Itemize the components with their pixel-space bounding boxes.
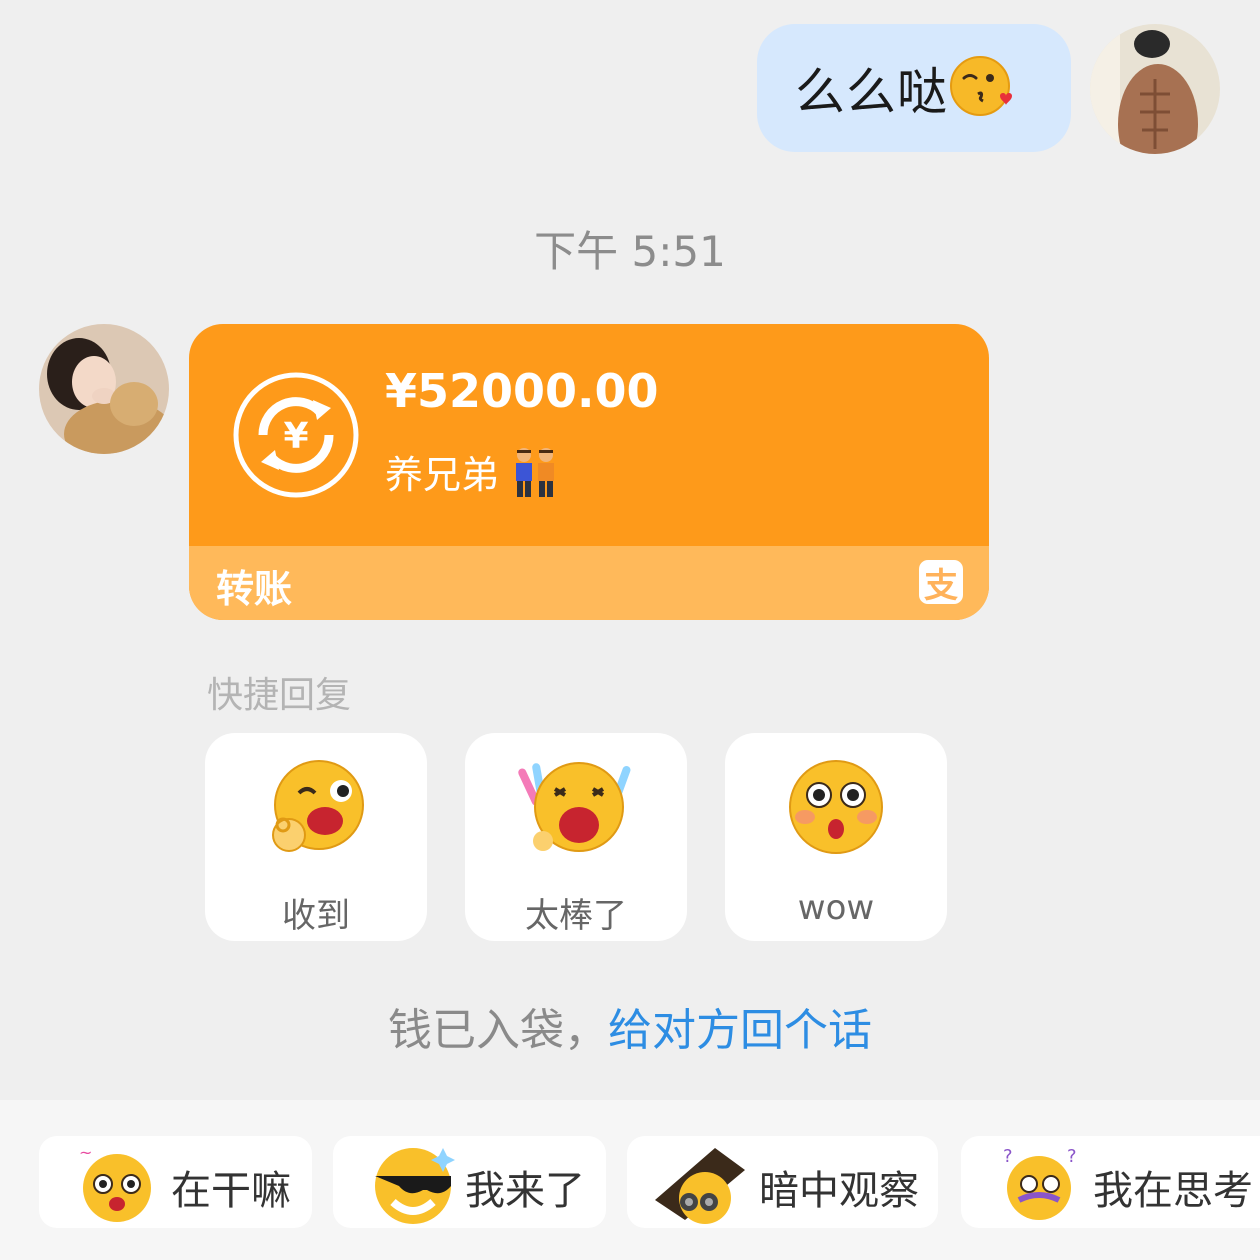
alipay-icon: 支 [919, 560, 963, 606]
sticker-label: 我在思考 [1093, 1168, 1253, 1214]
sticker-label: 我来了 [465, 1168, 585, 1214]
kissing-face-icon [948, 54, 1012, 122]
sunglasses-emoji-icon [375, 1148, 455, 1224]
transfer-card[interactable]: ¥ ¥52000.00 养兄弟 转账 支 [189, 324, 989, 620]
ok-wink-emoji-icon [272, 760, 364, 852]
sticker-here-i-come[interactable]: 我来了 [333, 1136, 606, 1228]
hint-text: 钱已入袋， [388, 1005, 608, 1056]
quick-reply-wow[interactable]: wow [725, 733, 947, 941]
svg-text:?: ? [1067, 1146, 1077, 1167]
svg-text:¥: ¥ [283, 416, 308, 457]
quick-reply-title: 快捷回复 [207, 675, 352, 716]
reply-hint: 钱已入袋，给对方回个话 [0, 994, 1260, 1058]
two-men-holding-hands-icon [511, 447, 559, 508]
transfer-note-text: 养兄弟 [385, 453, 500, 497]
peeking-binoculars-icon [655, 1148, 745, 1224]
quick-reply-received[interactable]: 收到 [205, 733, 427, 941]
svg-text:~: ~ [79, 1143, 92, 1162]
outgoing-message-text: 么么哒 [795, 63, 948, 121]
surprised-emoji-icon [789, 760, 883, 854]
quick-reply-label: wow [797, 888, 875, 928]
transfer-yuan-icon: ¥ [231, 370, 361, 504]
self-avatar[interactable] [1090, 24, 1220, 154]
sticker-what-are-you-doing[interactable]: ~ 在干嘛 [39, 1136, 312, 1228]
sticker-label: 在干嘛 [171, 1168, 291, 1214]
sticker-thinking[interactable]: ? ? 我在思考 [961, 1136, 1260, 1228]
sticker-label: 暗中观察 [759, 1168, 919, 1214]
quick-reply-label: 收到 [282, 896, 350, 936]
svg-text:?: ? [1003, 1146, 1013, 1167]
quick-reply-great[interactable]: 太棒了 [465, 733, 687, 941]
transfer-note: 养兄弟 [385, 444, 559, 508]
message-timestamp: 下午 5:51 [534, 227, 726, 276]
what-are-you-doing-sticker-icon: ~ [79, 1143, 151, 1222]
sender-avatar[interactable] [39, 324, 169, 454]
thinking-sticker-icon: ? ? [1003, 1146, 1077, 1220]
cheering-emoji-icon [518, 762, 631, 852]
transfer-amount: ¥52000.00 [385, 364, 659, 418]
quick-reply-label: 太棒了 [525, 896, 627, 936]
transfer-card-footer: 转账 支 [189, 546, 989, 620]
reply-link[interactable]: 给对方回个话 [608, 1005, 872, 1056]
sticker-secret-observing[interactable]: 暗中观察 [627, 1136, 938, 1228]
transfer-label: 转账 [216, 567, 293, 611]
outgoing-message-bubble[interactable]: 么么哒 [757, 24, 1071, 152]
